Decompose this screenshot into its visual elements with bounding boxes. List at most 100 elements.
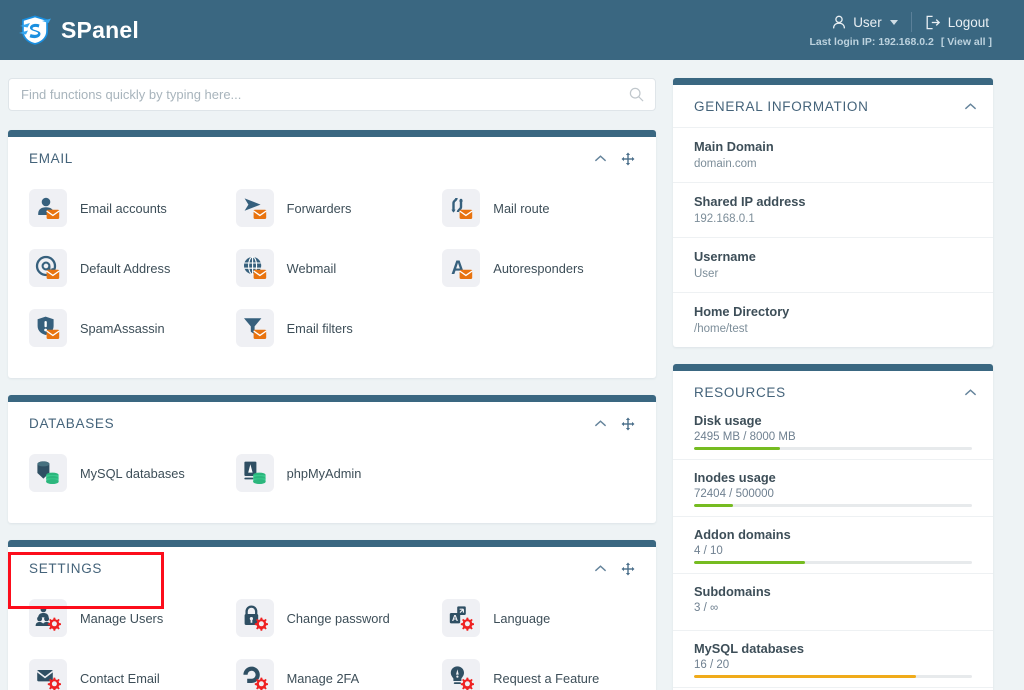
tile-manage-2fa[interactable]: Manage 2FA	[229, 648, 436, 690]
user-menu-label: User	[853, 15, 882, 30]
panel-header: RESOURCES	[673, 371, 993, 413]
resource-label: Addon domains	[694, 527, 972, 542]
tile-label: SpamAssassin	[80, 321, 165, 336]
info-label: Main Domain	[694, 139, 972, 154]
card-header: EMAIL	[8, 137, 656, 172]
resource-value: 16 / 20	[694, 659, 972, 671]
resource-value: 3 / ∞	[694, 602, 972, 614]
tile-webmail[interactable]: Webmail	[229, 238, 436, 298]
resource-label: Disk usage	[694, 413, 972, 428]
mail-route-icon	[442, 189, 480, 227]
panel-general-information: GENERAL INFORMATION Main Domain domain.c…	[673, 78, 993, 347]
info-label: Home Directory	[694, 304, 972, 319]
card-header-icons	[594, 152, 640, 166]
move-handle-icon[interactable]	[621, 562, 635, 576]
phpmyadmin-icon	[236, 454, 274, 492]
chevron-up-icon[interactable]	[594, 419, 607, 428]
forwarders-icon	[236, 189, 274, 227]
section-card-email: EMAIL	[8, 130, 656, 378]
chevron-up-icon[interactable]	[964, 388, 977, 397]
move-handle-icon[interactable]	[621, 417, 635, 431]
tile-label: Contact Email	[80, 671, 160, 686]
user-menu-button[interactable]: User	[819, 15, 911, 30]
chevron-up-icon[interactable]	[594, 564, 607, 573]
last-login-text: Last login IP: 192.168.0.2	[810, 36, 934, 48]
section-title: DATABASES	[29, 416, 114, 431]
info-label: Username	[694, 249, 972, 264]
resource-value: 2495 MB / 8000 MB	[694, 431, 972, 443]
email-filters-icon	[236, 309, 274, 347]
header-right: User Logout Last login IP: 192.168.0.2 […	[810, 12, 1006, 48]
brand-name: SPanel	[61, 17, 139, 44]
tile-language[interactable]: A Language	[435, 588, 642, 648]
info-row: Main Domain domain.com	[673, 127, 993, 182]
tile-label: Mail route	[493, 201, 549, 216]
section-title: EMAIL	[29, 151, 73, 166]
section-grid: Manage Users	[8, 582, 656, 690]
info-value: /home/test	[694, 323, 972, 335]
tile-request-a-feature[interactable]: Request a Feature	[435, 648, 642, 690]
card-header-icons	[594, 562, 640, 576]
tile-label: Manage Users	[80, 611, 163, 626]
view-all-link[interactable]: [ View all ]	[941, 36, 992, 48]
resource-value: 4 / 10	[694, 545, 972, 557]
card-header: SETTINGS	[8, 547, 656, 582]
search-icon[interactable]	[629, 87, 644, 102]
tile-mysql-databases[interactable]: MySQL databases	[22, 443, 229, 503]
chevron-up-icon[interactable]	[594, 154, 607, 163]
resource-row: Disk usage 2495 MB / 8000 MB	[673, 413, 993, 459]
tile-autoresponders[interactable]: A Autoresponders	[435, 238, 642, 298]
tile-default-address[interactable]: Default Address	[22, 238, 229, 298]
tile-mail-route[interactable]: Mail route	[435, 178, 642, 238]
tile-spamassassin[interactable]: SpamAssassin	[22, 298, 229, 358]
tile-label: Request a Feature	[493, 671, 599, 686]
resource-row: Inodes usage72404 / 500000	[673, 459, 993, 516]
webmail-icon	[236, 249, 274, 287]
language-icon: A	[442, 599, 480, 637]
resources-rows: Disk usage 2495 MB / 8000 MB Inodes usage7…	[673, 413, 993, 690]
tile-change-password[interactable]: Change password	[229, 588, 436, 648]
info-value: User	[694, 268, 972, 280]
resource-progress-bar	[694, 447, 972, 450]
change-password-icon	[236, 599, 274, 637]
tile-manage-users[interactable]: Manage Users	[22, 588, 229, 648]
tile-label: Change password	[287, 611, 390, 626]
brand[interactable]: SPanel	[18, 14, 139, 46]
resource-label: MySQL databases	[694, 641, 972, 656]
panel-resources: RESOURCES Disk usage 2495 MB / 8000 MB Ino…	[673, 364, 993, 690]
tile-phpmyadmin[interactable]: phpMyAdmin	[229, 443, 436, 503]
contact-email-icon	[29, 659, 67, 690]
move-handle-icon[interactable]	[621, 152, 635, 166]
info-row: Home Directory /home/test	[673, 292, 993, 347]
search-input[interactable]	[9, 79, 655, 110]
section-grid: MySQL databases	[8, 437, 656, 523]
resource-label: Subdomains	[694, 584, 972, 599]
last-login-info: Last login IP: 192.168.0.2 [ View all ]	[810, 36, 1002, 48]
email-accounts-icon	[29, 189, 67, 227]
tile-contact-email[interactable]: Contact Email	[22, 648, 229, 690]
logout-label: Logout	[948, 15, 989, 30]
top-header-bar: SPanel User	[0, 0, 1024, 60]
panel-header: GENERAL INFORMATION	[673, 85, 993, 127]
chevron-up-icon[interactable]	[964, 102, 977, 111]
tile-email-accounts[interactable]: Email accounts	[22, 178, 229, 238]
tile-label: Webmail	[287, 261, 337, 276]
info-value: 192.168.0.1	[694, 213, 972, 225]
main-content: EMAIL	[0, 60, 1024, 690]
tile-forwarders[interactable]: Forwarders	[229, 178, 436, 238]
svg-text:A: A	[452, 613, 458, 623]
logout-icon	[925, 15, 941, 30]
info-label: Shared IP address	[694, 194, 972, 209]
mysql-databases-icon	[29, 454, 67, 492]
tile-email-filters[interactable]: Email filters	[229, 298, 436, 358]
spamassassin-icon	[29, 309, 67, 347]
spanel-dashboard: SPanel User	[0, 0, 1024, 690]
resource-row: Subdomains 3 / ∞	[673, 573, 993, 630]
panel-title: GENERAL INFORMATION	[694, 99, 869, 114]
logout-button[interactable]: Logout	[912, 15, 1002, 30]
resource-row: MySQL databases 16 / 20	[673, 630, 993, 687]
left-column: EMAIL	[8, 78, 656, 690]
search-bar[interactable]	[8, 78, 656, 111]
tile-label: Forwarders	[287, 201, 352, 216]
autoresponders-icon: A	[442, 249, 480, 287]
